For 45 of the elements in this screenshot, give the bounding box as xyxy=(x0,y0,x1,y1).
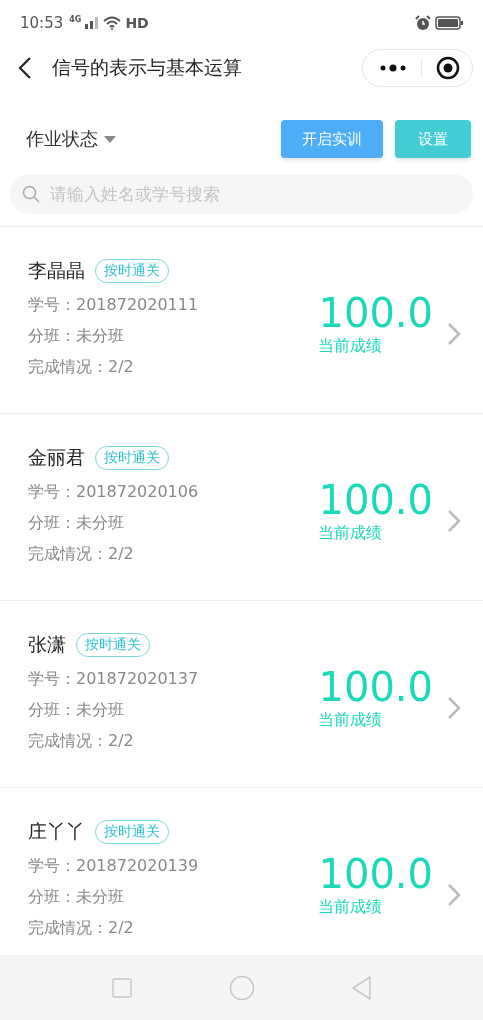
score-value: 100.0 xyxy=(318,476,433,523)
wifi-icon xyxy=(103,16,122,30)
student-id: 学号：201872020137 xyxy=(28,668,199,690)
caret-icon xyxy=(104,135,116,143)
completion-info: 完成情况：2/2 xyxy=(28,730,134,752)
student-name: 庄丫丫 xyxy=(28,819,85,844)
student-id: 学号：201872020139 xyxy=(28,855,199,877)
more-icon[interactable] xyxy=(379,63,407,73)
score-label: 当前成绩 xyxy=(318,522,383,544)
status-filter[interactable]: 作业状态 xyxy=(26,127,116,151)
class-info: 分班：未分班 xyxy=(28,325,124,347)
status-time: 10:53 xyxy=(20,14,64,32)
student-card[interactable]: 李晶晶 按时通关 学号：201872020111 分班：未分班 完成情况：2/2 100.0 当前成绩 xyxy=(0,227,483,414)
signal-icon xyxy=(85,17,100,29)
completion-info: 完成情况：2/2 xyxy=(28,543,134,565)
score-label: 当前成绩 xyxy=(318,896,383,918)
chevron-icon xyxy=(447,696,461,720)
chevron-icon xyxy=(447,322,461,346)
student-name: 张潇 xyxy=(28,632,66,657)
page-title: 信号的表示与基本运算 xyxy=(52,55,242,80)
completion-info: 完成情况：2/2 xyxy=(28,917,134,939)
close-icon[interactable] xyxy=(436,56,460,80)
battery-icon xyxy=(435,16,463,30)
search-icon xyxy=(22,185,40,203)
chevron-icon xyxy=(447,509,461,533)
back-icon[interactable] xyxy=(18,56,32,80)
score-label: 当前成绩 xyxy=(318,335,383,357)
score-value: 100.0 xyxy=(318,663,433,710)
student-name: 李晶晶 xyxy=(28,258,85,283)
class-info: 分班：未分班 xyxy=(28,699,124,721)
wifi-label: HD xyxy=(125,15,149,31)
class-info: 分班：未分班 xyxy=(28,886,124,908)
network-type: 4G xyxy=(69,15,82,24)
student-id: 学号：201872020106 xyxy=(28,481,199,503)
student-card[interactable]: 金丽君 按时通关 学号：201872020106 分班：未分班 完成情况：2/2 100.0 当前成绩 xyxy=(0,414,483,601)
student-id: 学号：201872020111 xyxy=(28,294,199,316)
score-label: 当前成绩 xyxy=(318,709,383,731)
student-card[interactable]: 张潇 按时通关 学号：201872020137 分班：未分班 完成情况：2/2 100.0 当前成绩 xyxy=(0,601,483,788)
class-info: 分班：未分班 xyxy=(28,512,124,534)
student-name: 金丽君 xyxy=(28,445,85,470)
score-value: 100.0 xyxy=(318,850,433,897)
chevron-icon xyxy=(447,883,461,907)
completion-info: 完成情况：2/2 xyxy=(28,356,134,378)
alarm-icon xyxy=(415,15,431,31)
score-value: 100.0 xyxy=(318,289,433,336)
